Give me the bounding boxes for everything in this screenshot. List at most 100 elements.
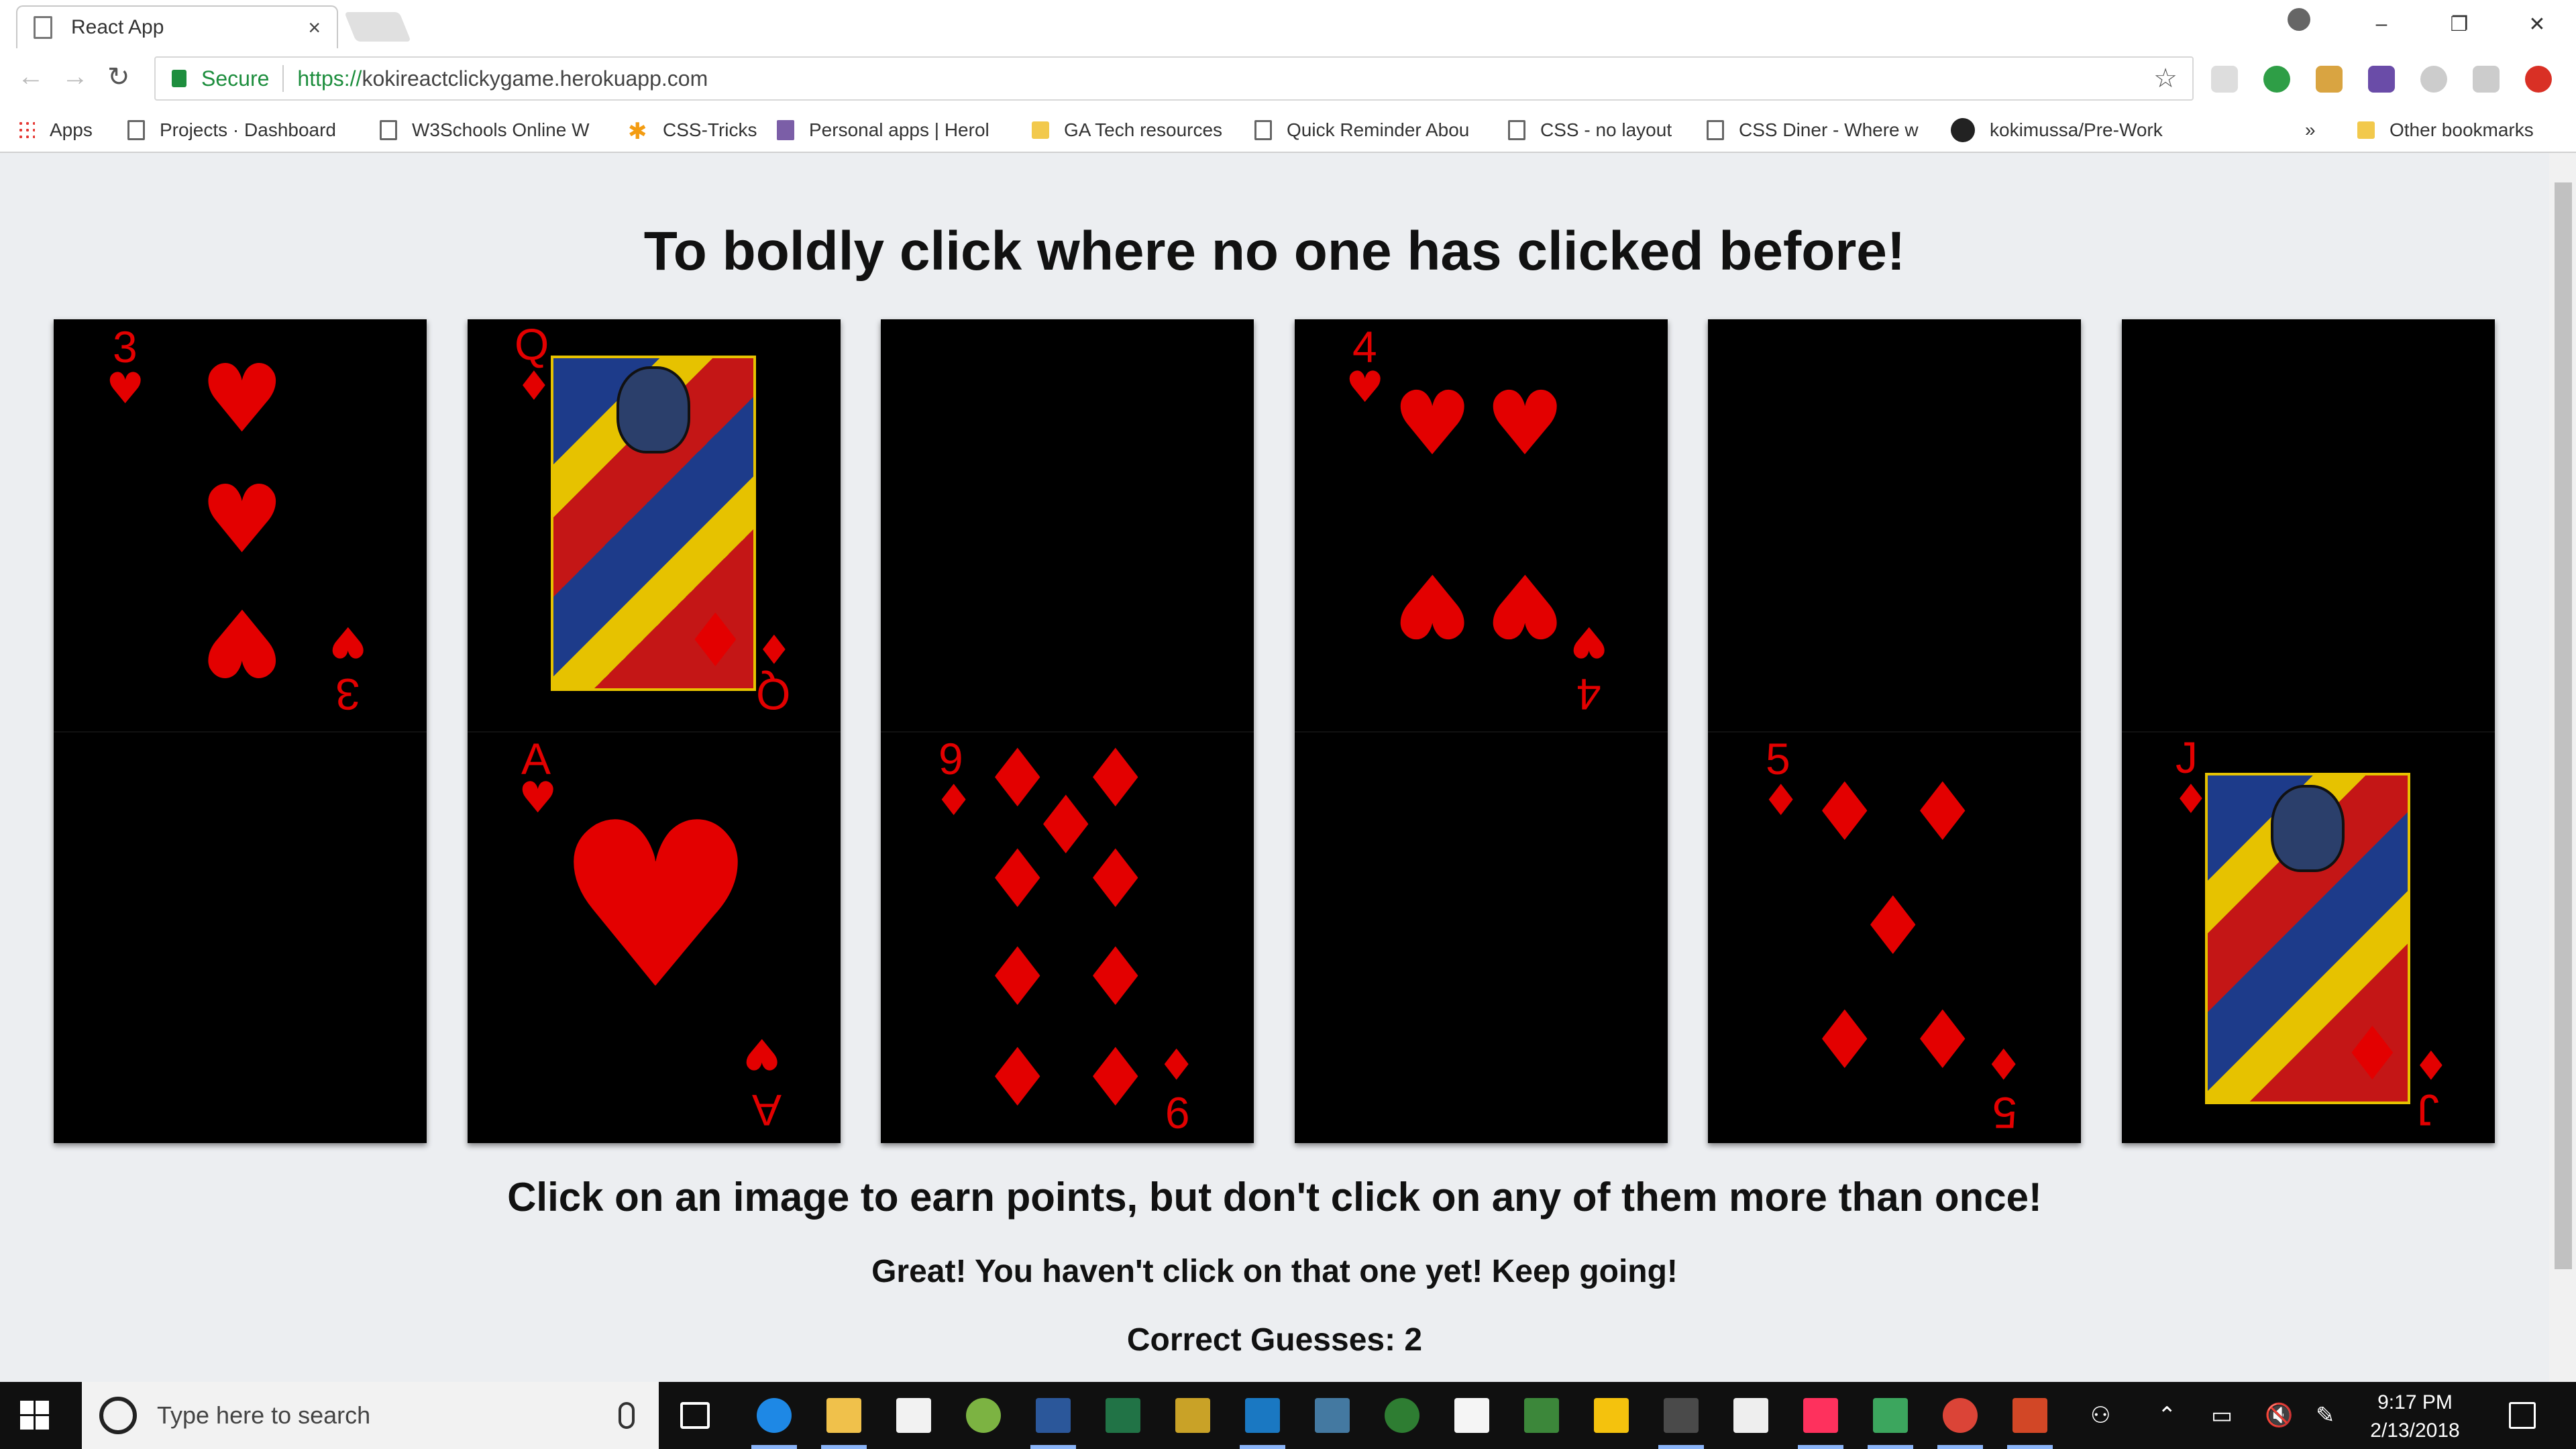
app-green-icon[interactable] — [966, 1398, 1001, 1433]
edge-icon[interactable] — [751, 1398, 797, 1449]
sublime-text-icon[interactable] — [1658, 1398, 1704, 1449]
diamond-icon: ♦ — [1809, 994, 1881, 1087]
system-clock[interactable]: 9:17 PM 2/13/2018 — [2361, 1389, 2469, 1445]
heart-icon: ♥ — [519, 773, 557, 823]
bookmark-css-tricks[interactable]: ✱ CSS-Tricks — [628, 117, 757, 144]
bookmarks-overflow-button[interactable]: » — [2305, 117, 2316, 144]
card-face-jack-of-diamonds: J ♦ ♦ ♦ ♦ J — [2122, 731, 2495, 1143]
screen: React App × – ❐ ✕ ← → ↻ Secure https://k… — [0, 0, 2576, 1449]
powerpoint-icon[interactable] — [2007, 1398, 2053, 1449]
browser-tab-active[interactable]: React App × — [16, 5, 338, 48]
bookmark-heroku[interactable]: Personal apps | Herol — [777, 117, 1018, 144]
webstorm-icon[interactable] — [1240, 1398, 1285, 1449]
scrollbar-thumb[interactable] — [2555, 182, 2572, 1269]
close-window-button[interactable]: ✕ — [2498, 13, 2576, 36]
bookmark-label: Quick Reminder Abou — [1287, 119, 1470, 140]
app-yellow-icon[interactable] — [1594, 1398, 1629, 1433]
show-hidden-icons-chevron[interactable]: ⌃ — [2157, 1402, 2177, 1429]
extension-check-icon[interactable] — [2263, 66, 2290, 93]
back-arrow-icon[interactable]: ← — [17, 62, 44, 92]
card-rank: J — [2417, 1085, 2439, 1135]
cortana-icon[interactable] — [99, 1397, 137, 1434]
profile-icon[interactable] — [2288, 8, 2310, 31]
card-blank-half — [1708, 319, 2081, 731]
bookmark-label: Personal apps | Herol — [809, 119, 989, 140]
diamond-icon: ♦ — [1762, 776, 1801, 826]
volume-muted-icon[interactable]: 🔇 — [2265, 1402, 2293, 1429]
bookmark-other[interactable]: Other bookmarks — [2357, 117, 2534, 144]
minimize-button[interactable]: – — [2343, 13, 2420, 36]
bookmark-quick-reminder[interactable]: Quick Reminder Abou — [1254, 117, 1483, 144]
page-scrollbar[interactable] — [2549, 153, 2576, 1382]
extension-grid-icon[interactable] — [2368, 66, 2395, 93]
extension-tag-icon[interactable] — [2316, 66, 2343, 93]
extension-pdf-icon[interactable] — [2211, 66, 2238, 93]
java-icon[interactable] — [1733, 1398, 1768, 1433]
battery-icon[interactable]: ▭ — [2211, 1402, 2233, 1429]
sublime-s-icon[interactable] — [1454, 1398, 1489, 1433]
extension-chat-icon[interactable] — [2473, 66, 2500, 93]
node-icon[interactable] — [1524, 1398, 1559, 1433]
card-rank: 5 — [1992, 1088, 2017, 1138]
bookmark-github[interactable]: kokimussa/Pre-Work — [1951, 117, 2179, 144]
people-icon[interactable]: ⚇ — [2090, 1402, 2110, 1429]
word-icon[interactable] — [1030, 1398, 1076, 1449]
excel-icon[interactable] — [1106, 1398, 1140, 1433]
forward-arrow-icon[interactable]: → — [62, 62, 89, 92]
heart-icon: ♥ — [553, 774, 758, 1040]
address-bar[interactable]: Secure https://kokireactclickygame.herok… — [154, 56, 2194, 101]
task-view-icon[interactable] — [680, 1402, 710, 1429]
chrome-icon[interactable] — [1937, 1398, 1983, 1449]
file-explorer-icon[interactable] — [821, 1398, 867, 1449]
microphone-icon[interactable] — [619, 1402, 635, 1429]
tab-close-icon[interactable]: × — [308, 15, 321, 40]
bookmark-star-icon[interactable]: ☆ — [2153, 63, 2178, 94]
bookmark-projects[interactable]: Projects · Dashboard — [127, 117, 349, 144]
action-center-icon[interactable] — [2509, 1402, 2536, 1429]
diamond-icon: ♦ — [981, 833, 1054, 926]
bookmark-css-no-layout[interactable]: CSS - no layout — [1508, 117, 1672, 144]
card-rank: J — [2176, 733, 2198, 782]
reload-icon[interactable]: ↻ — [107, 62, 130, 93]
card-rank: 3 — [335, 669, 360, 719]
overflow-chevron-icon: » — [2305, 119, 2316, 140]
card-face-four-of-hearts: 4 ♥ ♥ ♥ ♥ ♥ ♥ 4 — [1295, 319, 1668, 731]
bookmark-label: CSS - no layout — [1540, 119, 1672, 140]
intellij-icon[interactable] — [1798, 1398, 1843, 1449]
github-icon — [1951, 118, 1975, 142]
card-image-3[interactable]: 9 ♦ ♦ ♦ ♦ ♦ ♦ ♦ ♦ ♦ ♦ ♦ 9 — [881, 319, 1254, 1143]
instructions-text: Click on an image to earn points, but do… — [507, 1175, 2042, 1220]
card-image-2[interactable]: Q ♦ ♦ ♦ ♦ Q A ♥ ♥ ♥ A — [468, 319, 841, 1143]
new-tab-button[interactable] — [344, 12, 411, 42]
taskbar-search-box[interactable]: Type here to search — [82, 1382, 659, 1449]
diamond-icon: ♦ — [2339, 1008, 2406, 1094]
windows-start-icon[interactable] — [20, 1401, 50, 1430]
git-kraken-icon[interactable] — [1868, 1398, 1913, 1449]
restore-button[interactable]: ❐ — [2420, 13, 2498, 36]
card-image-6[interactable]: J ♦ ♦ ♦ ♦ J — [2122, 319, 2495, 1143]
card-image-1[interactable]: 3 ♥ ♥ ♥ ♥ ♥ 3 — [54, 319, 427, 1143]
extension-alert-icon[interactable] — [2525, 66, 2552, 93]
mysql-workbench-icon[interactable] — [1315, 1398, 1350, 1433]
score-display: Correct Guesses: 2 — [0, 1322, 2549, 1358]
app-green-drop-icon[interactable] — [1385, 1398, 1419, 1433]
diamond-icon: ♦ — [1984, 1038, 2023, 1087]
card-face-ace-of-hearts: A ♥ ♥ ♥ A — [468, 731, 841, 1143]
feedback-message: Great! You haven't click on that one yet… — [871, 1254, 1678, 1289]
extension-circle-icon[interactable] — [2420, 66, 2447, 93]
bookmark-css-diner[interactable]: CSS Diner - Where w — [1707, 117, 1935, 144]
store-icon[interactable] — [896, 1398, 931, 1433]
bookmark-apps[interactable]: Apps — [17, 117, 93, 144]
card-image-5[interactable]: 5 ♦ ♦ ♦ ♦ ♦ ♦ ♦ 5 — [1708, 319, 2081, 1143]
tool-icon[interactable] — [1175, 1398, 1210, 1433]
bookmark-w3schools[interactable]: W3Schools Online W — [380, 117, 601, 144]
card-rank: 9 — [1165, 1088, 1190, 1138]
heart-icon: ♥ — [743, 1028, 782, 1078]
bookmark-label: CSS-Tricks — [663, 119, 757, 140]
heart-icon: ♥ — [1485, 372, 1565, 476]
tab-title: React App — [71, 16, 164, 38]
pen-icon[interactable]: ✎ — [2316, 1402, 2335, 1429]
bookmark-ga-tech[interactable]: GA Tech resources — [1032, 117, 1222, 144]
card-image-4[interactable]: 4 ♥ ♥ ♥ ♥ ♥ ♥ 4 — [1295, 319, 1668, 1143]
window-controls: – ❐ ✕ — [2343, 0, 2576, 48]
